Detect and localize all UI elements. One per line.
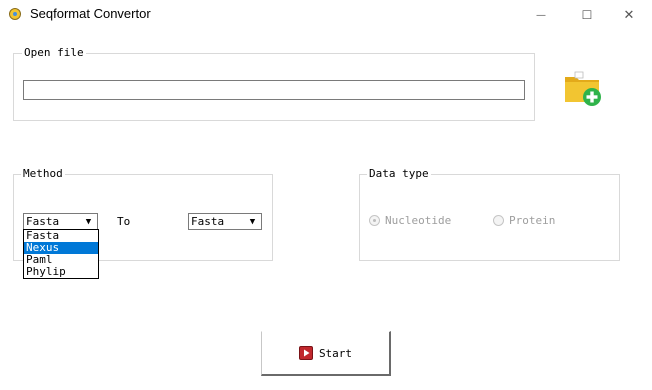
minimize-icon: — [536, 9, 546, 21]
to-label: To [117, 215, 131, 228]
minimize-button[interactable]: — [518, 0, 564, 30]
nucleotide-label: Nucleotide [385, 214, 452, 227]
from-format-value: Fasta [26, 215, 60, 228]
nucleotide-radio[interactable]: Nucleotide [369, 214, 451, 227]
from-format-dropdown: Fasta Nexus Paml Phylip [23, 229, 99, 279]
title-bar: Seqformat Convertor — ☐ ✕ [0, 0, 652, 30]
to-format-select[interactable]: Fasta ▼ [188, 213, 262, 230]
dropdown-option-phylip[interactable]: Phylip [24, 266, 98, 278]
from-format-select[interactable]: Fasta ▼ [23, 213, 98, 230]
start-label: Start [318, 346, 353, 360]
method-label: Method [21, 167, 65, 180]
window-title: Seqformat Convertor [30, 6, 151, 21]
folder-add-icon[interactable] [563, 68, 603, 108]
radio-circle [369, 215, 380, 226]
data-type-label: Data type [367, 167, 431, 180]
app-icon [9, 8, 21, 20]
start-button[interactable]: Start [261, 331, 391, 376]
open-file-label: Open file [22, 46, 86, 59]
radio-circle [493, 215, 504, 226]
file-path-input[interactable] [23, 80, 525, 100]
protein-label: Protein [509, 214, 556, 227]
close-button[interactable]: ✕ [606, 0, 652, 30]
to-format-value: Fasta [191, 215, 225, 228]
chevron-down-icon: ▼ [85, 216, 92, 227]
maximize-icon: ☐ [581, 8, 593, 22]
play-icon [298, 346, 313, 360]
chevron-down-icon: ▼ [249, 216, 256, 227]
maximize-button[interactable]: ☐ [564, 0, 610, 30]
protein-radio[interactable]: Protein [493, 214, 555, 227]
close-icon: ✕ [623, 7, 635, 23]
